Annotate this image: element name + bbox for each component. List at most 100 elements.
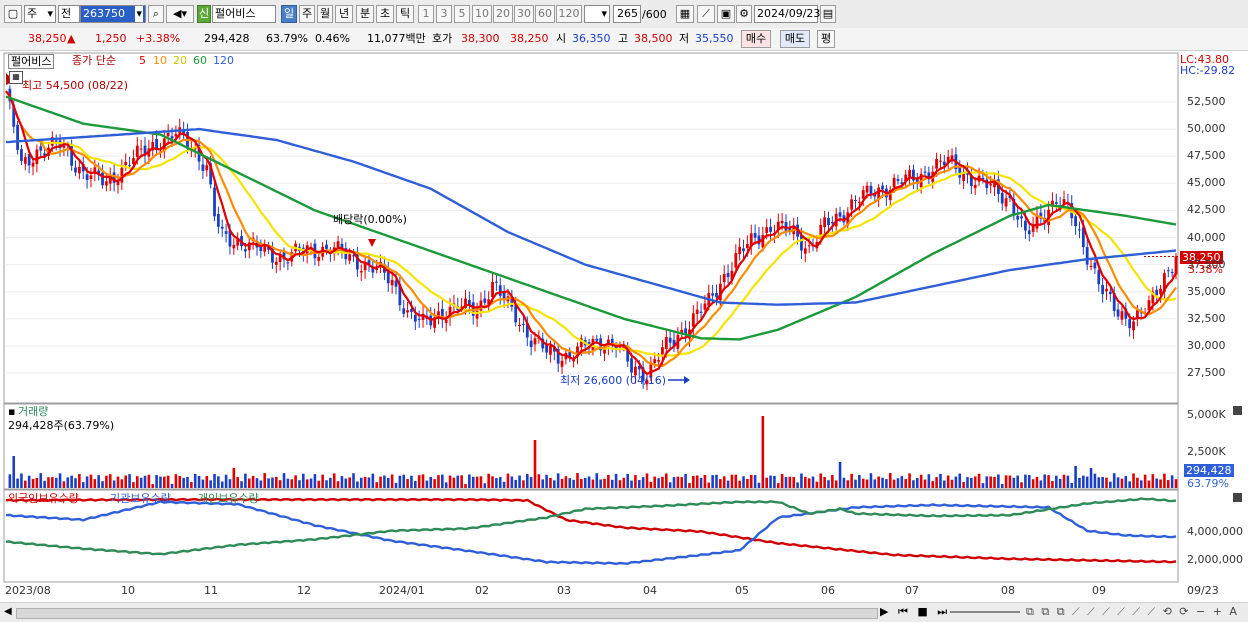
- volume-bar: [1008, 475, 1012, 488]
- volume-bar: [1112, 473, 1116, 488]
- tab-minute[interactable]: 분: [356, 5, 374, 23]
- period-select[interactable]: 주 ▾: [24, 5, 56, 23]
- volume-bar: [950, 479, 954, 488]
- volume-collapse-icon[interactable]: ▪: [8, 405, 15, 418]
- num-1[interactable]: 1: [418, 5, 434, 23]
- num-10[interactable]: 10: [472, 5, 492, 23]
- tab-month[interactable]: 월: [317, 5, 333, 23]
- legend-stock-name[interactable]: 펄어비스: [8, 54, 55, 69]
- volume-bar: [688, 483, 691, 488]
- gear-icon[interactable]: ⚙: [736, 5, 752, 23]
- scroll-left-icon[interactable]: ◀: [4, 606, 12, 617]
- average-button[interactable]: 평: [817, 30, 835, 48]
- candle-body: [116, 182, 120, 186]
- volume-bar: [363, 476, 367, 488]
- scroll-track[interactable]: [16, 608, 878, 619]
- tab-day[interactable]: 일: [281, 5, 297, 23]
- volume-bar: [302, 473, 305, 488]
- candle-body: [803, 248, 807, 254]
- num-30[interactable]: 30: [514, 5, 534, 23]
- volume-bar: [962, 481, 965, 488]
- tab-year[interactable]: 년: [335, 5, 353, 23]
- volume-bar: [20, 473, 23, 488]
- volume-bar: [634, 475, 637, 488]
- candle-body: [865, 185, 869, 193]
- candle-body: [854, 200, 857, 202]
- volume-bar: [757, 482, 761, 488]
- num-120[interactable]: 120: [556, 5, 582, 23]
- window-icon[interactable]: ▢: [4, 5, 22, 23]
- volume-bar: [908, 473, 911, 488]
- volume-bar: [769, 475, 772, 488]
- drawing-tools-icons[interactable]: ⧉ ⧉ ⧉ ⟋ ⟋ ⟋ ⟋ ⟋ ⟋ ⟲ ⟳ − + A: [1026, 605, 1239, 619]
- volume-bar: [1000, 483, 1004, 488]
- volume-bar: [773, 475, 776, 488]
- candle-body: [939, 160, 942, 162]
- volume-bar: [888, 473, 892, 488]
- stock-code-input[interactable]: 263750 ▾: [80, 5, 146, 23]
- save-icon[interactable]: ▣: [717, 5, 735, 23]
- interval-select[interactable]: ▾: [584, 5, 610, 23]
- calendar-icon[interactable]: ▤: [820, 5, 836, 23]
- search-icon[interactable]: ⌕: [148, 5, 164, 23]
- volume-bar: [352, 473, 355, 488]
- volume-bar: [236, 477, 239, 488]
- count-input[interactable]: 265: [613, 5, 641, 23]
- navigation-icons[interactable]: ▶ ⏮ ■ ⏭: [880, 605, 950, 619]
- candle-body: [413, 314, 417, 322]
- candle-body: [1054, 202, 1058, 204]
- tab-second[interactable]: 초: [376, 5, 394, 23]
- volume-bar: [414, 480, 417, 488]
- tab-tick[interactable]: 틱: [396, 5, 414, 23]
- stock-name-field[interactable]: 펄어비스: [212, 5, 276, 23]
- table-icon[interactable]: ▦: [9, 71, 23, 84]
- volume-bar: [788, 476, 792, 488]
- volume-bar: [800, 473, 803, 488]
- sell-button[interactable]: 매도: [780, 30, 810, 48]
- candle-body: [494, 281, 498, 283]
- tab-week[interactable]: 주: [299, 5, 315, 23]
- date-input[interactable]: 2024/09/23: [754, 5, 820, 23]
- draw-line-icon[interactable]: ⟋: [697, 5, 715, 23]
- volume-bar: [1151, 474, 1155, 488]
- num-60[interactable]: 60: [535, 5, 555, 23]
- candle-body: [653, 359, 657, 363]
- num-3[interactable]: 3: [436, 5, 452, 23]
- candle-body: [1101, 285, 1105, 295]
- volume-bar: [232, 468, 236, 488]
- num-5[interactable]: 5: [454, 5, 470, 23]
- volume-bar: [865, 479, 869, 488]
- candle-body: [1027, 230, 1031, 235]
- close-panel-icon[interactable]: [1233, 493, 1242, 502]
- candle-body: [1166, 270, 1170, 272]
- num-20[interactable]: 20: [493, 5, 513, 23]
- volume-bar: [170, 483, 174, 488]
- volume-bar: [1078, 477, 1081, 488]
- volume-bar: [1016, 475, 1019, 488]
- candle-body: [827, 217, 830, 226]
- prev-select[interactable]: 전: [58, 5, 80, 23]
- candle-body: [1085, 247, 1089, 265]
- volume-bar: [506, 473, 510, 488]
- volume-bar: [143, 475, 147, 488]
- candle-body: [935, 159, 938, 169]
- volume-bar: [336, 481, 340, 488]
- up-arrow-icon: ▲: [67, 32, 76, 45]
- buy-button[interactable]: 매수: [741, 30, 771, 48]
- volume-bar: [668, 482, 672, 488]
- volume-bar: [699, 477, 703, 488]
- close-panel-icon[interactable]: [1233, 406, 1242, 415]
- volume-bar: [375, 482, 378, 488]
- speaker-icon[interactable]: ◀▾: [166, 5, 194, 23]
- volume-bar: [637, 480, 641, 488]
- chart-tool-icon[interactable]: ▦: [676, 5, 694, 23]
- volume-bar: [618, 480, 622, 488]
- zoom-slider[interactable]: [950, 611, 1020, 613]
- candle-body: [1108, 291, 1112, 295]
- volume-bar: [630, 480, 633, 488]
- bottom-scrollbar[interactable]: ◀ ▶ ⏮ ■ ⏭ ⧉ ⧉ ⧉ ⟋ ⟋ ⟋ ⟋ ⟋ ⟋ ⟲ ⟳ − + A: [0, 602, 1248, 622]
- volume-bar: [495, 478, 498, 488]
- volume-bar: [599, 479, 602, 488]
- volume-bar: [510, 476, 514, 488]
- volume-bar: [178, 476, 182, 488]
